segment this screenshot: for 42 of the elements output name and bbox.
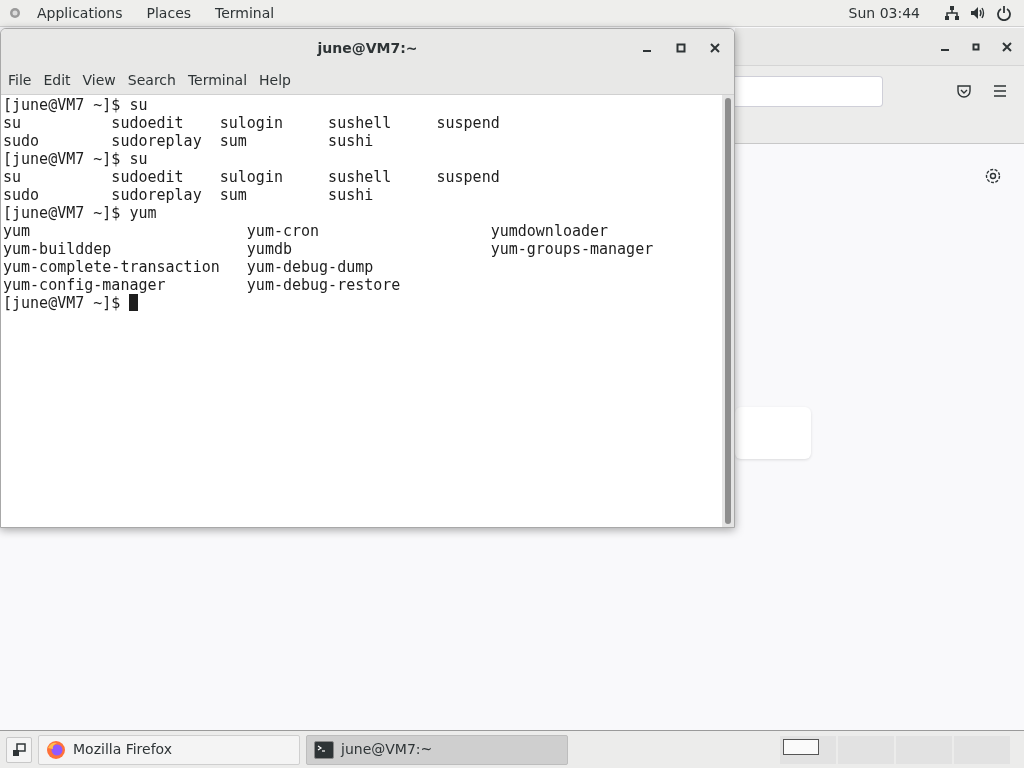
terminal-line: sudo sudoreplay sum sushi xyxy=(3,132,374,150)
terminal-line: [june@VM7 ~]$ su xyxy=(3,96,148,114)
menu-item[interactable]: View xyxy=(76,70,122,91)
close-icon[interactable] xyxy=(1000,39,1014,54)
top-menu[interactable]: Places xyxy=(134,2,204,24)
network-icon[interactable] xyxy=(944,5,960,21)
menu-item[interactable]: Help xyxy=(253,70,297,91)
terminal-line: [june@VM7 ~]$ yum xyxy=(3,204,157,222)
volume-icon[interactable] xyxy=(970,5,986,21)
workspace-button[interactable] xyxy=(780,735,836,764)
settings-icon[interactable] xyxy=(984,167,1002,185)
menu-item[interactable]: Terminal xyxy=(181,70,254,91)
windows-icon xyxy=(12,742,26,757)
address-field[interactable] xyxy=(735,75,883,107)
terminal-line: su sudoedit sulogin sushell suspend xyxy=(3,114,500,132)
power-icon[interactable] xyxy=(996,5,1012,21)
pocket-icon[interactable] xyxy=(956,83,972,99)
terminal-line: yum-builddep yumdb yum-groups-manager xyxy=(3,240,654,258)
terminal-line: [june@VM7 ~]$ xyxy=(3,294,122,312)
close-icon[interactable] xyxy=(708,41,722,55)
taskbar-button[interactable]: Mozilla Firefox xyxy=(38,734,300,765)
terminal-line: sudo sudoreplay sum sushi xyxy=(3,186,374,204)
top-menu[interactable]: Applications xyxy=(25,2,135,24)
maximize-icon[interactable] xyxy=(674,41,688,55)
top-menu[interactable]: Terminal xyxy=(203,2,287,24)
firefox-icon xyxy=(46,739,66,760)
terminal-line: yum yum-cron yumdownloader xyxy=(3,222,609,240)
terminal-line: su sudoedit sulogin sushell suspend xyxy=(3,168,500,186)
menu-item[interactable]: File xyxy=(2,70,38,91)
terminal-line: yum-config-manager yum-debug-restore xyxy=(3,276,401,294)
window-title: june@VM7:~ xyxy=(316,38,419,58)
menu-item[interactable]: Search xyxy=(121,70,182,91)
terminal-line: yum-complete-transaction yum-debug-dump xyxy=(3,258,374,276)
menu-icon[interactable] xyxy=(992,83,1008,99)
taskbar-button[interactable]: june@VM7:~ xyxy=(306,734,568,765)
text-cursor xyxy=(129,294,139,311)
show-desktop-button[interactable] xyxy=(6,736,32,763)
terminal-line: [june@VM7 ~]$ su xyxy=(3,150,148,168)
clock[interactable]: Sun 03:44 xyxy=(848,2,920,24)
scrollbar[interactable] xyxy=(722,95,734,527)
menu-item[interactable]: Edit xyxy=(37,70,77,91)
terminal-icon xyxy=(314,740,334,759)
